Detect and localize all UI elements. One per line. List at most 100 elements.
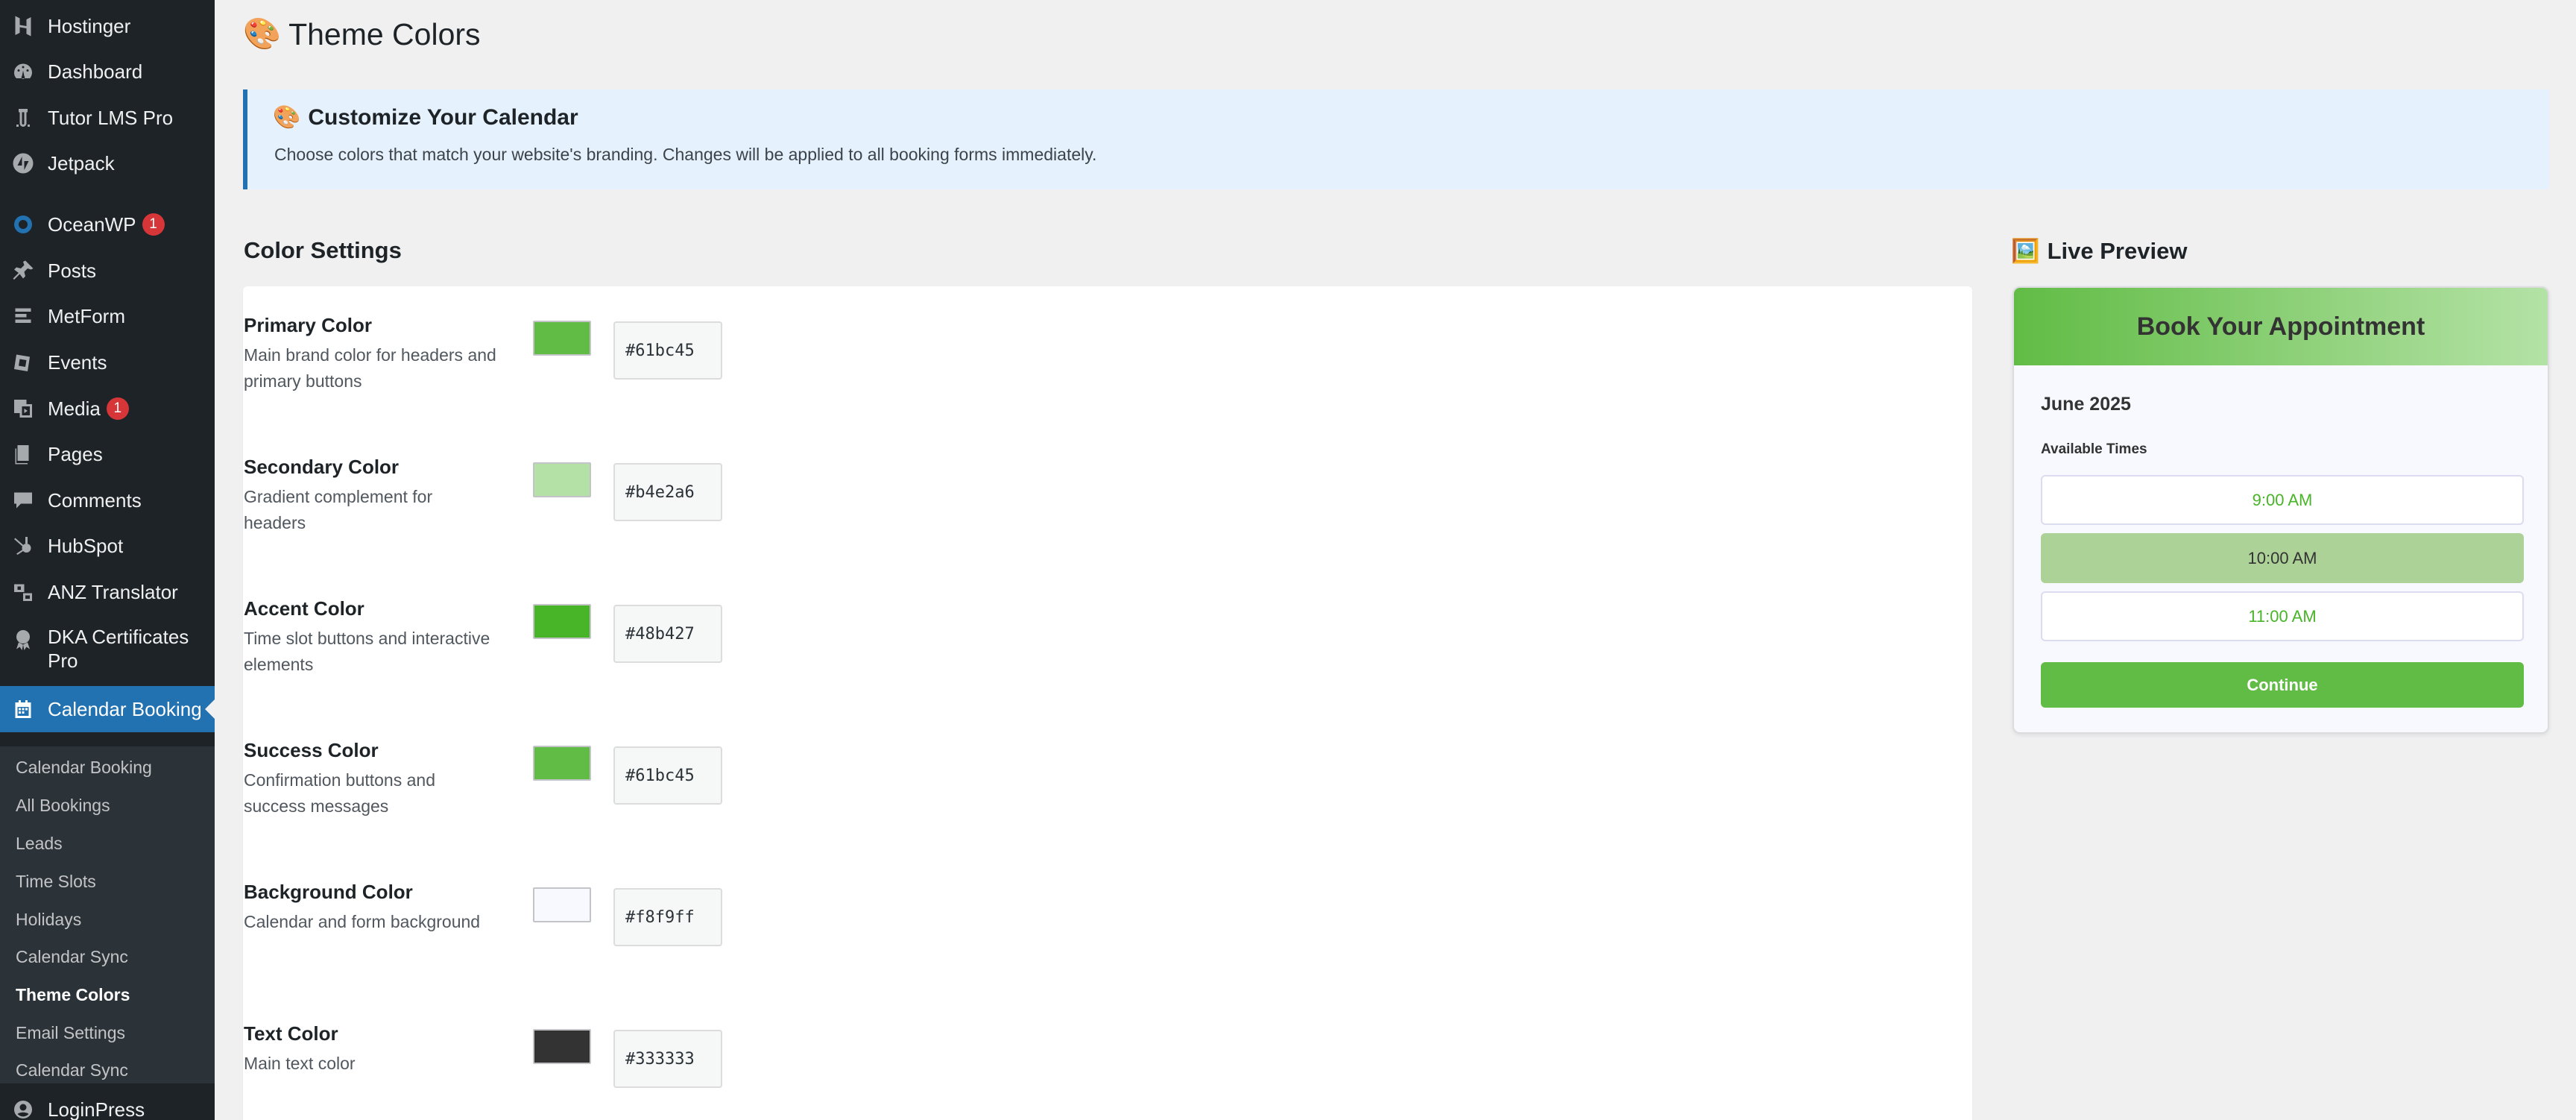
submenu-item-email-settings[interactable]: Email Settings: [16, 1023, 125, 1043]
accent-color-picker[interactable]: [533, 604, 591, 639]
picture-icon: 🖼️: [2011, 238, 2040, 264]
submenu-item-calendar-sync[interactable]: Calendar Sync: [16, 947, 128, 967]
submenu-item-all-bookings[interactable]: All Bookings: [16, 796, 110, 816]
color-description: Calendar and form background: [244, 912, 481, 931]
sidebar-item-label: LoginPress: [48, 1098, 145, 1120]
time-slot-button[interactable]: 9:00 AM: [2041, 475, 2524, 525]
pin-icon: [10, 258, 36, 283]
calendar-booking-submenu: Calendar Booking All Bookings Leads Time…: [0, 746, 215, 1083]
background-color-picker[interactable]: [533, 887, 591, 922]
loginpress-icon: [10, 1097, 36, 1120]
sidebar-item-metform[interactable]: MetForm: [0, 303, 215, 330]
color-row-accent: Accent Color Time slot buttons and inter…: [243, 597, 765, 674]
color-settings-heading: Color Settings: [244, 237, 402, 263]
admin-sidebar: Hostinger Dashboard Tutor LMS Pro Jetpac…: [0, 0, 215, 1120]
tutor-icon: [10, 105, 36, 130]
sidebar-item-jetpack[interactable]: Jetpack: [0, 150, 215, 177]
background-color-hex-input[interactable]: #f8f9ff: [613, 888, 722, 946]
text-color-hex-input[interactable]: #333333: [613, 1030, 722, 1088]
live-preview-heading: 🖼️ Live Preview: [2011, 237, 2187, 265]
success-color-picker[interactable]: [533, 746, 591, 781]
sidebar-item-hostinger[interactable]: Hostinger: [0, 13, 215, 40]
sidebar-item-label: Events: [48, 350, 107, 374]
sidebar-item-label: HubSpot: [48, 534, 124, 557]
continue-button[interactable]: Continue: [2041, 662, 2524, 708]
sidebar-item-tutor-lms[interactable]: Tutor LMS Pro: [0, 104, 215, 131]
primary-color-picker[interactable]: [533, 321, 591, 356]
color-label: Text Color: [244, 1022, 338, 1045]
oceanwp-icon: [10, 212, 36, 237]
media-icon: [10, 396, 36, 421]
sidebar-item-pages[interactable]: Pages: [0, 441, 215, 468]
certificate-icon: [10, 626, 36, 652]
submenu-item-leads[interactable]: Leads: [16, 834, 63, 854]
submenu-item-theme-colors[interactable]: Theme Colors: [16, 985, 130, 1005]
sidebar-item-label: MetForm: [48, 304, 125, 327]
comments-icon: [10, 488, 36, 513]
submenu-item-holidays[interactable]: Holidays: [16, 910, 81, 930]
accent-color-hex-input[interactable]: #48b427: [613, 605, 722, 663]
metform-icon: [10, 303, 36, 329]
color-row-secondary: Secondary Color Gradient complement for …: [243, 456, 765, 532]
available-times-label: Available Times: [2041, 441, 2147, 457]
notice-title-text: Customize Your Calendar: [308, 104, 578, 130]
palette-icon: 🎨: [243, 16, 282, 51]
calendar-icon: [10, 696, 36, 722]
sidebar-item-label: DKA Certificates Pro: [48, 626, 189, 672]
time-slot-button[interactable]: 11:00 AM: [2041, 591, 2524, 641]
sidebar-item-events[interactable]: Events: [0, 349, 215, 376]
sidebar-item-calendar-booking[interactable]: Calendar Booking: [0, 686, 215, 732]
notice-text: Choose colors that match your website's …: [274, 145, 1097, 164]
color-label: Accent Color: [244, 597, 364, 620]
submenu-item-time-slots[interactable]: Time Slots: [16, 872, 96, 892]
hubspot-icon: [10, 533, 36, 559]
sidebar-item-dashboard[interactable]: Dashboard: [0, 58, 215, 85]
submenu-item-calendar-booking[interactable]: Calendar Booking: [16, 758, 152, 778]
translate-icon: [10, 579, 36, 605]
sidebar-item-hubspot[interactable]: HubSpot: [0, 532, 215, 559]
sidebar-item-media[interactable]: Media 1: [0, 395, 215, 422]
primary-color-hex-input[interactable]: #61bc45: [613, 321, 722, 380]
page-title: 🎨 Theme Colors: [243, 16, 481, 52]
sidebar-item-label: Tutor LMS Pro: [48, 106, 174, 129]
color-description: Time slot buttons and interactive elemen…: [244, 629, 490, 674]
color-row-success: Success Color Confirmation buttons and s…: [243, 739, 765, 816]
preview-header: Book Your Appointment: [2014, 288, 2548, 365]
sidebar-item-label: OceanWP: [48, 213, 136, 236]
color-description: Main brand color for headers and primary…: [244, 345, 496, 391]
sidebar-item-anz-translator[interactable]: ANZ Translator: [0, 579, 215, 605]
sidebar-item-label: Dashboard: [48, 60, 143, 83]
preview-month: June 2025: [2041, 394, 2131, 415]
sidebar-item-loginpress[interactable]: LoginPress: [0, 1096, 215, 1120]
sidebar-item-posts[interactable]: Posts: [0, 257, 215, 284]
sidebar-item-label: Calendar Booking: [48, 697, 202, 720]
jetpack-icon: [10, 151, 36, 176]
secondary-color-picker[interactable]: [533, 462, 591, 497]
submenu-item-calendar-sync-2[interactable]: Calendar Sync: [16, 1060, 128, 1080]
pages-icon: [10, 441, 36, 467]
sidebar-item-dka-certificates[interactable]: DKA Certificates Pro: [0, 625, 215, 676]
color-label: Primary Color: [244, 314, 372, 336]
sidebar-item-label: Media: [48, 397, 101, 420]
text-color-picker[interactable]: [533, 1029, 591, 1064]
sidebar-item-label: Comments: [48, 488, 142, 512]
sidebar-item-comments[interactable]: Comments: [0, 487, 215, 514]
sidebar-item-label: Jetpack: [48, 151, 115, 174]
dashboard-icon: [10, 59, 36, 84]
notice-title: 🎨 Customize Your Calendar: [273, 104, 578, 130]
success-color-hex-input[interactable]: #61bc45: [613, 746, 722, 805]
sidebar-item-label: Pages: [48, 442, 103, 465]
booking-preview-card: Book Your Appointment June 2025 Availabl…: [2012, 286, 2549, 734]
page-title-text: Theme Colors: [288, 16, 481, 51]
color-settings-panel: [243, 286, 1972, 1120]
color-row-background: Background Color Calendar and form backg…: [243, 881, 765, 955]
info-notice: 🎨 Customize Your Calendar Choose colors …: [243, 89, 2549, 189]
update-count-badge: 1: [106, 397, 129, 420]
sidebar-item-label: ANZ Translator: [48, 580, 178, 603]
color-description: Confirmation buttons and success message…: [244, 770, 435, 816]
live-preview-heading-text: Live Preview: [2047, 237, 2188, 264]
sidebar-item-oceanwp[interactable]: OceanWP 1: [0, 211, 215, 238]
time-slot-button-selected[interactable]: 10:00 AM: [2041, 533, 2524, 583]
secondary-color-hex-input[interactable]: #b4e2a6: [613, 463, 722, 521]
palette-icon: 🎨: [273, 105, 301, 130]
